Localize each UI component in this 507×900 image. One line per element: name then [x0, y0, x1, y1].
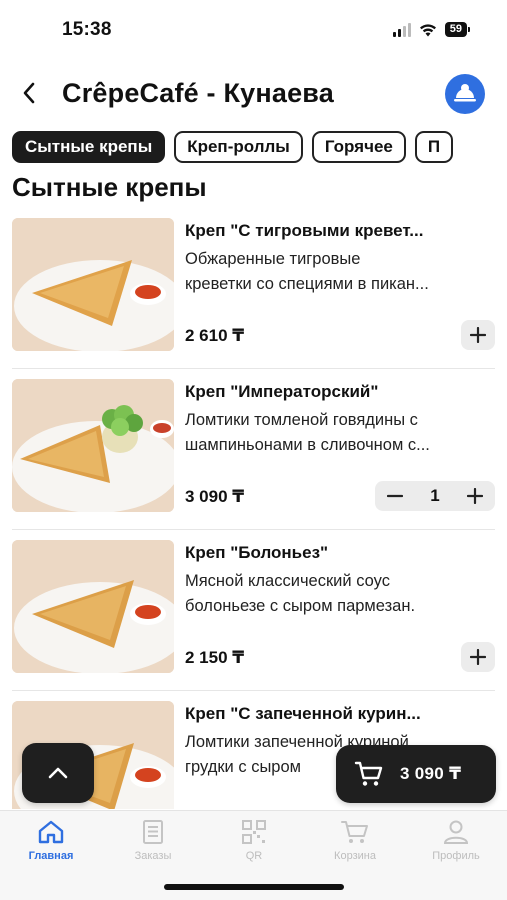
quantity-value: 1 [430, 486, 440, 505]
nav-label: Корзина [334, 850, 376, 862]
product-name: Креп "С запеченной курин... [185, 704, 421, 723]
increase-button[interactable] [463, 484, 487, 508]
home-indicator [164, 884, 344, 890]
list-item[interactable]: Креп "Императорский" Ломтики томленой го… [0, 377, 507, 538]
nav-orders[interactable]: Заказы [113, 819, 193, 862]
orders-icon [143, 820, 163, 844]
cart-icon [354, 761, 383, 786]
category-tabs: Сытные крепы Креп-роллы Горячее П [12, 131, 507, 165]
chevron-left-icon [23, 82, 35, 104]
description-line: Ломтики томленой говядины с [185, 411, 418, 429]
cart-icon [341, 821, 368, 843]
nav-label: Главная [28, 850, 74, 862]
status-icons: 59 [392, 22, 471, 37]
divider [12, 690, 495, 691]
wifi-icon [419, 23, 436, 36]
list-item[interactable]: Креп "Болоньез" Мясной классический соус… [0, 538, 507, 699]
plus-icon [470, 649, 486, 665]
scroll-to-top-button[interactable] [22, 743, 94, 803]
cart-button[interactable]: 3 090 ₸ [336, 745, 496, 803]
product-description: Ломтики томленой говядины с шампиньонами… [185, 408, 495, 458]
status-bar: 15:38 59 [0, 0, 507, 60]
chevron-up-icon [48, 767, 68, 779]
description-line: креветки со специями в пикан... [185, 275, 429, 293]
nav-home[interactable]: Главная [11, 819, 91, 862]
tab-next[interactable]: П [414, 131, 454, 163]
nav-profile[interactable]: Профиль [416, 819, 496, 862]
section-title: Сытные крепы [12, 172, 207, 202]
description-line: болоньезе с сыром пармезан. [185, 597, 416, 615]
back-button[interactable] [14, 78, 44, 108]
nav-label: Заказы [134, 850, 172, 862]
tab-crepe-rolls[interactable]: Креп-роллы [174, 131, 303, 163]
description-line: Обжаренные тигровые [185, 250, 361, 268]
product-image [12, 379, 174, 512]
product-description: Обжаренные тигровые креветки со специями… [185, 247, 495, 297]
waiter-call-button[interactable] [445, 74, 485, 114]
product-name: Креп "Императорский" [185, 382, 379, 401]
nav-label: QR [245, 850, 263, 862]
home-icon [38, 820, 64, 844]
decrease-button[interactable] [383, 484, 407, 508]
bottom-nav: Главная Заказы QR Корзина Профиль [0, 810, 507, 900]
list-item[interactable]: Креп "С тигровыми кревет... Обжаренные т… [0, 216, 507, 377]
plus-icon [470, 327, 486, 343]
divider [12, 529, 495, 530]
product-name: Креп "С тигровыми кревет... [185, 221, 424, 240]
cart-total: 3 090 ₸ [400, 764, 462, 783]
nav-cart[interactable]: Корзина [315, 819, 395, 862]
status-time: 15:38 [62, 19, 112, 40]
product-image [12, 540, 174, 673]
minus-icon [387, 494, 403, 498]
product-description: Мясной классический соус болоньезе с сыр… [185, 569, 495, 619]
product-image [12, 218, 174, 351]
product-price: 2 610 ₸ [185, 326, 245, 345]
page-title: CrêpeCafé - Кунаева [62, 78, 334, 108]
waiter-icon [454, 84, 476, 102]
tab-hot[interactable]: Горячее [311, 131, 406, 163]
add-to-cart-button[interactable] [461, 642, 495, 672]
product-name: Креп "Болоньез" [185, 543, 329, 562]
battery-icon: 59 [444, 22, 471, 37]
quantity-stepper: 1 [375, 481, 495, 511]
signal-icon [392, 22, 411, 37]
divider [12, 368, 495, 369]
tab-hearty-crepes[interactable]: Сытные крепы [12, 131, 166, 163]
description-line: Мясной классический соус [185, 572, 390, 590]
profile-icon [443, 820, 469, 844]
header: CrêpeCafé - Кунаева [0, 66, 507, 122]
add-to-cart-button[interactable] [461, 320, 495, 350]
product-price: 2 150 ₸ [185, 648, 245, 667]
product-price: 3 090 ₸ [185, 487, 245, 506]
description-line: шампиньонами в сливочном с... [185, 436, 430, 454]
nav-label: Профиль [432, 850, 480, 862]
plus-icon [467, 488, 483, 504]
qr-icon [242, 820, 266, 844]
nav-qr[interactable]: QR [214, 819, 294, 862]
